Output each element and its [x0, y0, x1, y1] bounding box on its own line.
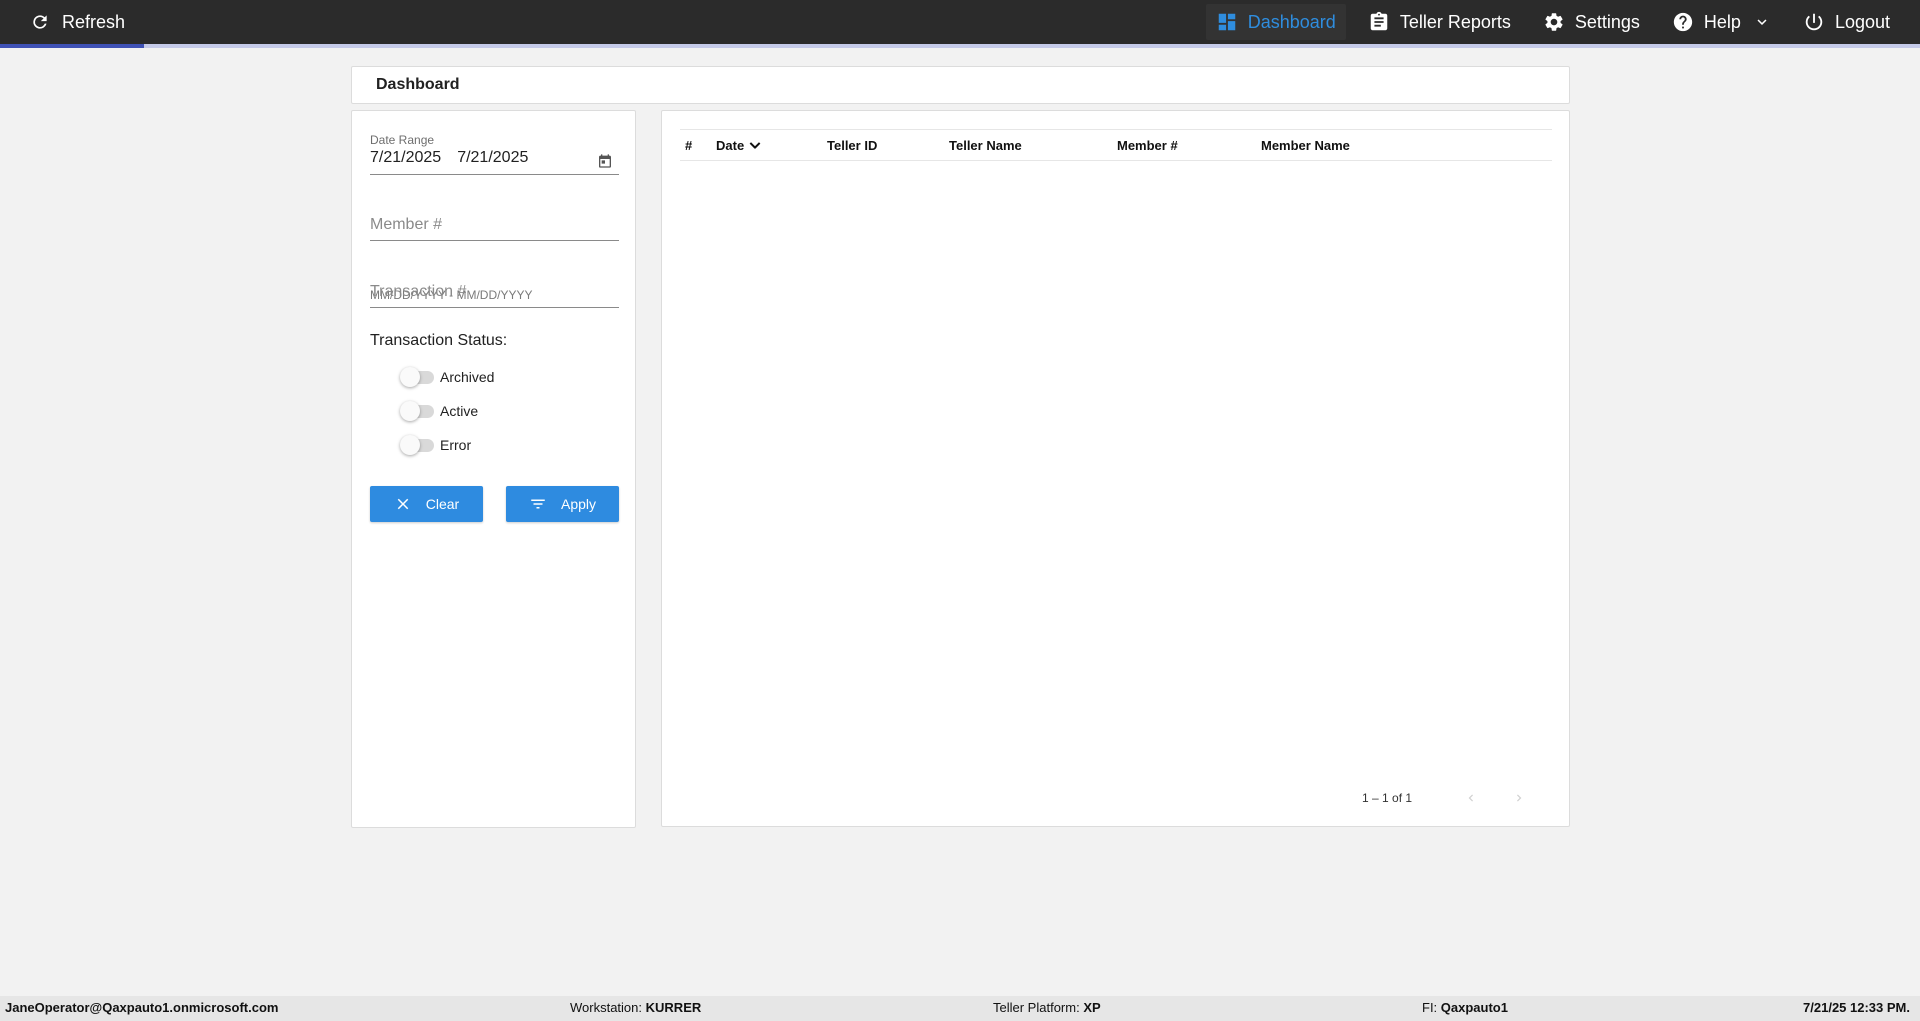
date-start-value[interactable]: 7/21/2025 [370, 149, 441, 167]
transaction-number-input[interactable] [370, 276, 619, 308]
filter-list-icon [531, 499, 545, 509]
column-header-member-name[interactable]: Member Name [1261, 130, 1350, 160]
apply-button-label: Apply [560, 496, 597, 512]
date-range-field[interactable]: Date Range 7/21/2025 7/21/2025 [370, 133, 619, 175]
page-load-progress [0, 44, 1920, 48]
paginator-range-label: 1 – 1 of 1 [1362, 791, 1413, 805]
status-user: JaneOperator@Qaxpauto1.onmicrosoft.com [5, 1000, 279, 1015]
nav-dashboard[interactable]: Dashboard [1205, 4, 1346, 40]
toggle-error[interactable]: Error [400, 435, 471, 455]
toggle-archived-label: Archived [440, 369, 495, 385]
refresh-label: Refresh [62, 11, 126, 32]
member-number-field [370, 209, 619, 241]
main-nav: Dashboard Teller Reports Settings Help L… [1194, 0, 1900, 44]
column-header-teller-name[interactable]: Teller Name [949, 130, 1022, 160]
power-icon [1805, 13, 1823, 31]
status-workstation-label: Workstation: [570, 1000, 643, 1015]
page-title-card: Dashboard [351, 66, 1570, 104]
gear-icon [1545, 13, 1563, 31]
date-end-value[interactable]: 7/21/2025 [457, 149, 528, 167]
column-header-member-number[interactable]: Member # [1117, 130, 1178, 160]
refresh-button[interactable]: Refresh [30, 0, 125, 44]
column-header-teller-name-label: Teller Name [949, 137, 1022, 153]
column-header-date-label: Date [716, 137, 745, 153]
column-header-number: # [685, 130, 692, 160]
active-switch[interactable] [400, 401, 434, 421]
status-datetime: 7/21/25 12:33 PM. [1803, 1000, 1910, 1015]
close-icon [397, 498, 409, 510]
column-header-teller-id[interactable]: Teller ID [827, 130, 877, 160]
error-switch[interactable] [400, 435, 434, 455]
transaction-status-label: Transaction Status: [370, 332, 508, 349]
sort-descending-icon [749, 142, 761, 149]
nav-help-label: Help [1703, 11, 1741, 32]
nav-settings[interactable]: Settings [1533, 4, 1650, 40]
page-load-progress-fill [0, 44, 144, 48]
apply-button[interactable]: Apply [506, 486, 619, 522]
nav-settings-label: Settings [1574, 11, 1640, 32]
column-header-member-number-label: Member # [1117, 137, 1178, 153]
column-header-teller-id-label: Teller ID [827, 137, 878, 153]
status-workstation: Workstation: KURRER [570, 1000, 701, 1015]
transactions-table-panel: # Date Teller ID Teller Name Member # Me… [661, 110, 1570, 827]
page-title: Dashboard [376, 76, 460, 93]
date-range-label: Date Range [370, 133, 435, 147]
transaction-number-field [370, 276, 619, 308]
status-fi-label: FI: [1422, 1000, 1438, 1015]
refresh-icon [33, 15, 47, 29]
clear-button[interactable]: Clear [370, 486, 483, 522]
column-header-member-name-label: Member Name [1261, 137, 1350, 153]
chevron-down-icon [1757, 19, 1767, 25]
status-fi-value: Qaxpauto1 [1440, 1000, 1508, 1015]
chevron-right-icon [1517, 794, 1522, 802]
top-toolbar: Refresh Dashboard Teller Reports Setting… [0, 0, 1920, 44]
calendar-icon[interactable] [597, 153, 613, 169]
table-header-row: # Date Teller ID Teller Name Member # Me… [680, 129, 1552, 161]
nav-logout[interactable]: Logout [1793, 4, 1900, 40]
toggle-active[interactable]: Active [400, 401, 478, 421]
nav-teller-reports[interactable]: Teller Reports [1358, 4, 1521, 40]
status-workstation-value: KURRER [645, 1000, 702, 1015]
chevron-left-icon [1468, 794, 1473, 802]
filter-panel: Date Range 7/21/2025 7/21/2025 MM/DD/YYY… [351, 110, 636, 828]
help-icon [1673, 12, 1693, 32]
member-number-input[interactable] [370, 209, 619, 241]
nav-teller-reports-label: Teller Reports [1399, 11, 1511, 32]
status-platform: Teller Platform: XP [993, 1000, 1101, 1015]
nav-help[interactable]: Help [1662, 4, 1781, 40]
clipboard-icon [1370, 11, 1388, 31]
status-bar: JaneOperator@Qaxpauto1.onmicrosoft.com W… [0, 996, 1920, 1021]
toggle-archived[interactable]: Archived [400, 367, 494, 387]
archived-switch[interactable] [400, 367, 434, 387]
column-header-number-label: # [685, 137, 693, 153]
clear-button-label: Clear [425, 496, 460, 512]
nav-dashboard-label: Dashboard [1247, 11, 1336, 32]
nav-logout-label: Logout [1834, 11, 1890, 32]
dashboard-icon [1218, 13, 1235, 31]
next-page-button[interactable] [1504, 783, 1534, 813]
status-fi: FI: Qaxpauto1 [1422, 1000, 1508, 1015]
previous-page-button[interactable] [1456, 783, 1486, 813]
toggle-error-label: Error [440, 437, 472, 453]
status-platform-label: Teller Platform: [993, 1000, 1080, 1015]
toggle-active-label: Active [440, 403, 479, 419]
status-platform-value: XP [1083, 1000, 1101, 1015]
column-header-date[interactable]: Date [716, 130, 762, 160]
